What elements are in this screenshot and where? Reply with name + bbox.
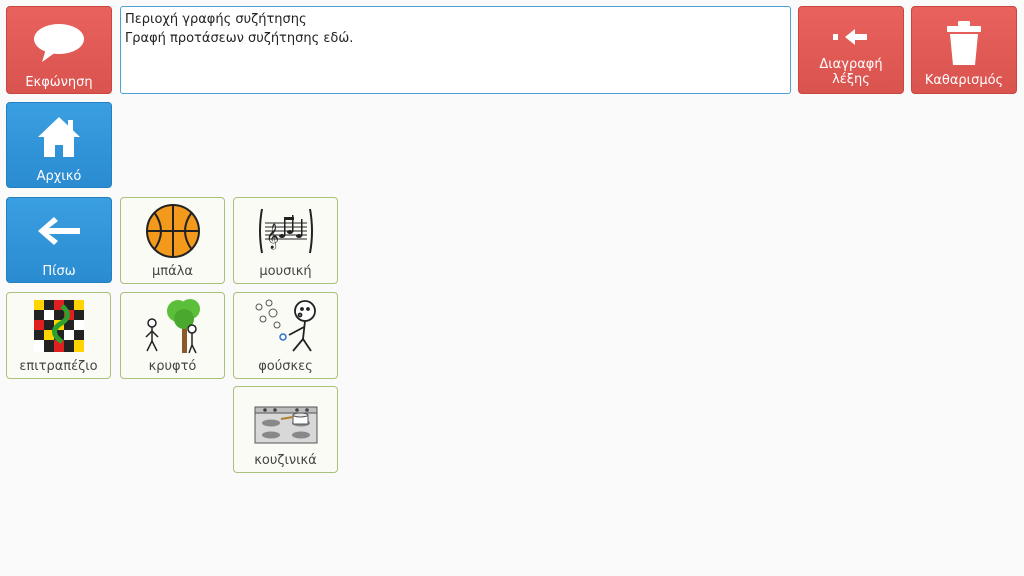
speech-bubble-icon (32, 21, 86, 65)
delete-word-label: Διαγραφή λέξης (819, 57, 883, 87)
home-button[interactable]: Αρχικό (6, 102, 112, 188)
symbol-label: επιτραπέζιο (19, 359, 98, 374)
svg-text:𝄞: 𝄞 (266, 223, 279, 249)
symbol-label: φούσκες (258, 359, 313, 374)
backspace-arrow-icon (831, 21, 871, 53)
basketball-icon (138, 202, 208, 260)
hide-and-seek-icon (138, 297, 208, 355)
back-button[interactable]: Πίσω (6, 197, 112, 283)
symbol-label: κρυφτό (148, 359, 197, 374)
bubbles-icon (251, 297, 321, 355)
board-game-icon (24, 297, 94, 355)
symbol-ball[interactable]: μπάλα (120, 197, 225, 284)
house-icon (36, 113, 82, 161)
symbol-music[interactable]: 𝄞 μουσική (233, 197, 338, 284)
delete-word-button[interactable]: Διαγραφή λέξης (798, 6, 904, 94)
clear-label: Καθαρισμός (924, 73, 1004, 88)
stove-icon (251, 391, 321, 449)
symbol-label: μπάλα (152, 264, 193, 279)
text-area-title: Περιοχή γραφής συζήτησης (125, 12, 307, 27)
home-label: Αρχικό (36, 169, 82, 184)
music-notes-icon: 𝄞 (251, 202, 321, 260)
left-arrow-icon (36, 210, 82, 252)
back-label: Πίσω (42, 264, 76, 279)
trash-icon (946, 19, 982, 67)
symbol-hide-and-seek[interactable]: κρυφτό (120, 292, 225, 379)
speak-label: Εκφώνηση (25, 75, 93, 90)
clear-button[interactable]: Καθαρισμός (911, 6, 1017, 94)
speak-button[interactable]: Εκφώνηση (6, 6, 112, 94)
symbol-label: κουζινικά (254, 453, 317, 468)
symbol-kitchen[interactable]: κουζινικά (233, 386, 338, 473)
symbol-label: μουσική (259, 264, 312, 279)
symbol-board-game[interactable]: επιτραπέζιο (6, 292, 111, 379)
conversation-text-area[interactable]: Περιοχή γραφής συζήτησης Γραφή προτάσεων… (120, 6, 791, 94)
text-area-placeholder: Γραφή προτάσεων συζήτησης εδώ. (125, 31, 354, 46)
symbol-bubbles[interactable]: φούσκες (233, 292, 338, 379)
